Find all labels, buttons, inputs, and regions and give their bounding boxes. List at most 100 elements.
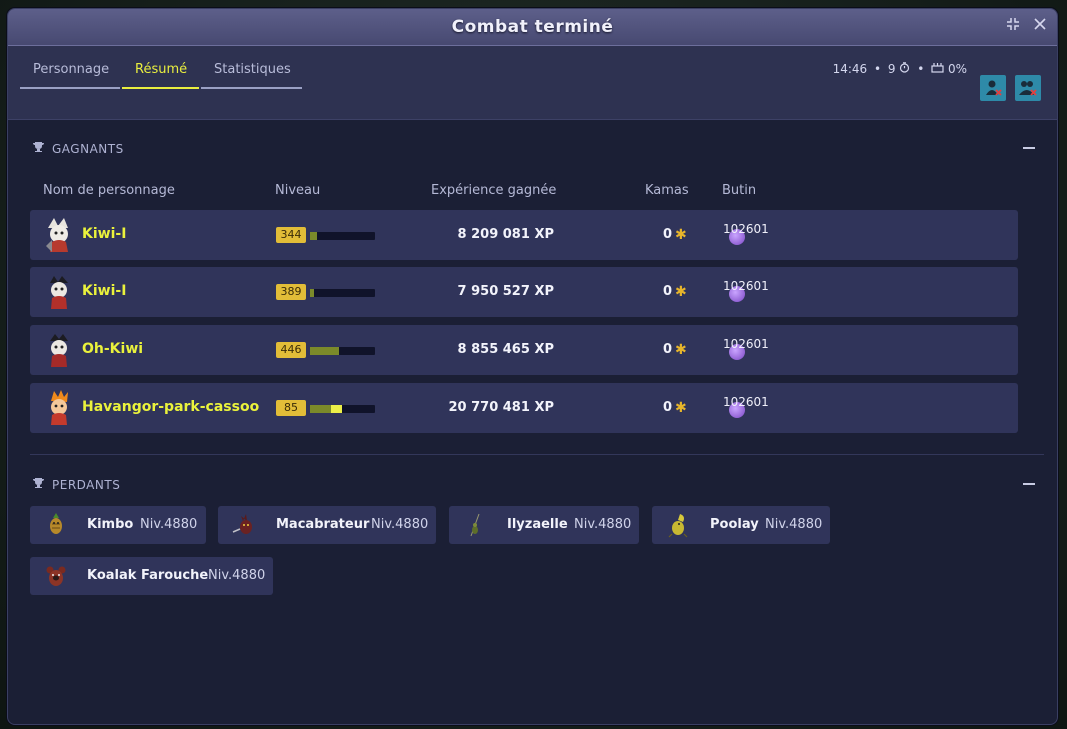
column-header-xp: Expérience gagnée <box>431 183 557 198</box>
loser-chip[interactable]: Koalak Farouche Niv.4880 <box>30 557 273 595</box>
loser-chip[interactable]: Macabrateur Niv.4880 <box>218 506 436 544</box>
tab-resume[interactable]: Résumé <box>135 62 187 82</box>
trophy-icon <box>32 141 46 156</box>
xp-value: 8 209 081 <box>457 227 530 242</box>
monster-avatar <box>232 512 256 538</box>
combat-info: 14:46 • 9 • 0% <box>833 62 967 76</box>
winner-row[interactable]: Havangor-park-cassoo 85 20 770 481 XP 0 … <box>30 383 1018 433</box>
monster-name: Ilyzaelle <box>507 517 568 532</box>
separator-dot: • <box>917 62 925 76</box>
section-divider <box>30 454 1044 455</box>
close-icon[interactable] <box>1031 17 1049 35</box>
turn-count: 9 <box>887 62 896 76</box>
level-progress-bar <box>310 232 375 240</box>
column-header-name: Nom de personnage <box>43 183 175 198</box>
combat-result-window: Combat terminé Personnage Résumé Statist… <box>7 8 1058 725</box>
trophy-icon <box>32 477 46 492</box>
minimize-icon[interactable] <box>1004 17 1022 35</box>
xp-unit: XP <box>534 400 554 415</box>
kamas-value: 0 <box>663 400 673 415</box>
monster-name: Koalak Farouche <box>87 568 209 583</box>
character-avatar <box>42 273 76 311</box>
level-progress-fill <box>310 405 331 413</box>
header-area <box>8 46 1057 120</box>
character-avatar <box>42 331 76 369</box>
monster-avatar <box>44 512 68 538</box>
xp-gained: 8 209 081 XP <box>458 227 554 242</box>
level-progress-fill <box>310 232 317 240</box>
monster-avatar <box>463 512 487 538</box>
loot-item[interactable]: 102601 <box>723 279 769 305</box>
loser-chip[interactable]: Poolay Niv.4880 <box>652 506 830 544</box>
character-name: Oh-Kiwi <box>82 341 144 357</box>
character-name: Kiwi-I <box>82 226 127 242</box>
character-name: Kiwi-I <box>82 283 127 299</box>
loot-count: 102601 <box>723 222 769 236</box>
tab-statistiques[interactable]: Statistiques <box>214 62 291 82</box>
kamas-icon: ✱ <box>675 284 687 300</box>
monster-level: Niv.4880 <box>765 517 823 532</box>
tab-underline <box>201 87 302 89</box>
kamas-value: 0 <box>663 227 673 242</box>
kamas-value: 0 <box>663 342 673 357</box>
level-badge: 85 <box>276 400 306 416</box>
collapse-losers-button[interactable] <box>1023 483 1035 485</box>
monster-name: Poolay <box>710 517 759 532</box>
xp-unit: XP <box>534 227 554 242</box>
challenge-icon <box>931 62 944 76</box>
xp-value: 7 950 527 <box>457 284 530 299</box>
winners-heading: GAGNANTS <box>32 141 124 156</box>
xp-gained: 7 950 527 XP <box>458 284 554 299</box>
xp-value: 8 855 465 <box>457 342 530 357</box>
loser-chip[interactable]: Kimbo Niv.4880 <box>30 506 206 544</box>
monster-level: Niv.4880 <box>574 517 632 532</box>
loot-count: 102601 <box>723 279 769 293</box>
window-title: Combat terminé <box>451 17 614 37</box>
losers-label: PERDANTS <box>52 478 121 492</box>
separator-dot: • <box>874 62 882 76</box>
tab-underline-active <box>122 87 199 89</box>
kamas-value: 0 <box>663 284 673 299</box>
loot-item[interactable]: 102601 <box>723 395 769 421</box>
kamas-icon: ✱ <box>675 227 687 243</box>
kamas-icon: ✱ <box>675 342 687 358</box>
team-filter-button-1[interactable] <box>980 75 1006 101</box>
xp-value: 20 770 481 <box>448 400 530 415</box>
level-progress-bar <box>310 405 375 413</box>
loser-chip[interactable]: Ilyzaelle Niv.4880 <box>449 506 639 544</box>
monster-name: Kimbo <box>87 517 134 532</box>
level-badge: 389 <box>276 284 306 300</box>
monster-level: Niv.4880 <box>371 517 429 532</box>
xp-gained: 8 855 465 XP <box>458 342 554 357</box>
winner-row[interactable]: Kiwi-I 389 7 950 527 XP 0 ✱ 102601 <box>30 267 1018 317</box>
monster-level: Niv.4880 <box>208 568 266 583</box>
loot-count: 102601 <box>723 337 769 351</box>
tab-personnage[interactable]: Personnage <box>33 62 109 82</box>
loot-item[interactable]: 102601 <box>723 337 769 363</box>
level-progress-fill <box>310 289 314 297</box>
level-progress-fill <box>310 347 340 355</box>
winners-label: GAGNANTS <box>52 142 124 156</box>
tab-underline <box>20 87 120 89</box>
challenge-percent: 0% <box>947 62 967 76</box>
title-bar[interactable]: Combat terminé <box>8 9 1057 46</box>
timer-icon <box>899 62 910 76</box>
collapse-winners-button[interactable] <box>1023 147 1035 149</box>
monster-name: Macabrateur <box>276 517 370 532</box>
winner-row[interactable]: Kiwi-I 344 8 209 081 XP 0 ✱ 102601 <box>30 210 1018 260</box>
monster-avatar <box>666 512 690 538</box>
combat-time: 14:46 <box>832 62 868 76</box>
level-badge: 446 <box>276 342 306 358</box>
team-filter-button-2[interactable] <box>1015 75 1041 101</box>
loot-item[interactable]: 102601 <box>723 222 769 248</box>
level-badge: 344 <box>276 227 306 243</box>
winner-row[interactable]: Oh-Kiwi 446 8 855 465 XP 0 ✱ 102601 <box>30 325 1018 375</box>
xp-unit: XP <box>534 342 554 357</box>
xp-unit: XP <box>534 284 554 299</box>
column-header-loot: Butin <box>722 183 757 198</box>
level-progress-bar <box>310 347 375 355</box>
character-name: Havangor-park-cassoo <box>82 399 260 415</box>
level-gain-fill <box>330 405 343 413</box>
xp-gained: 20 770 481 XP <box>448 400 554 415</box>
level-progress-bar <box>310 289 375 297</box>
